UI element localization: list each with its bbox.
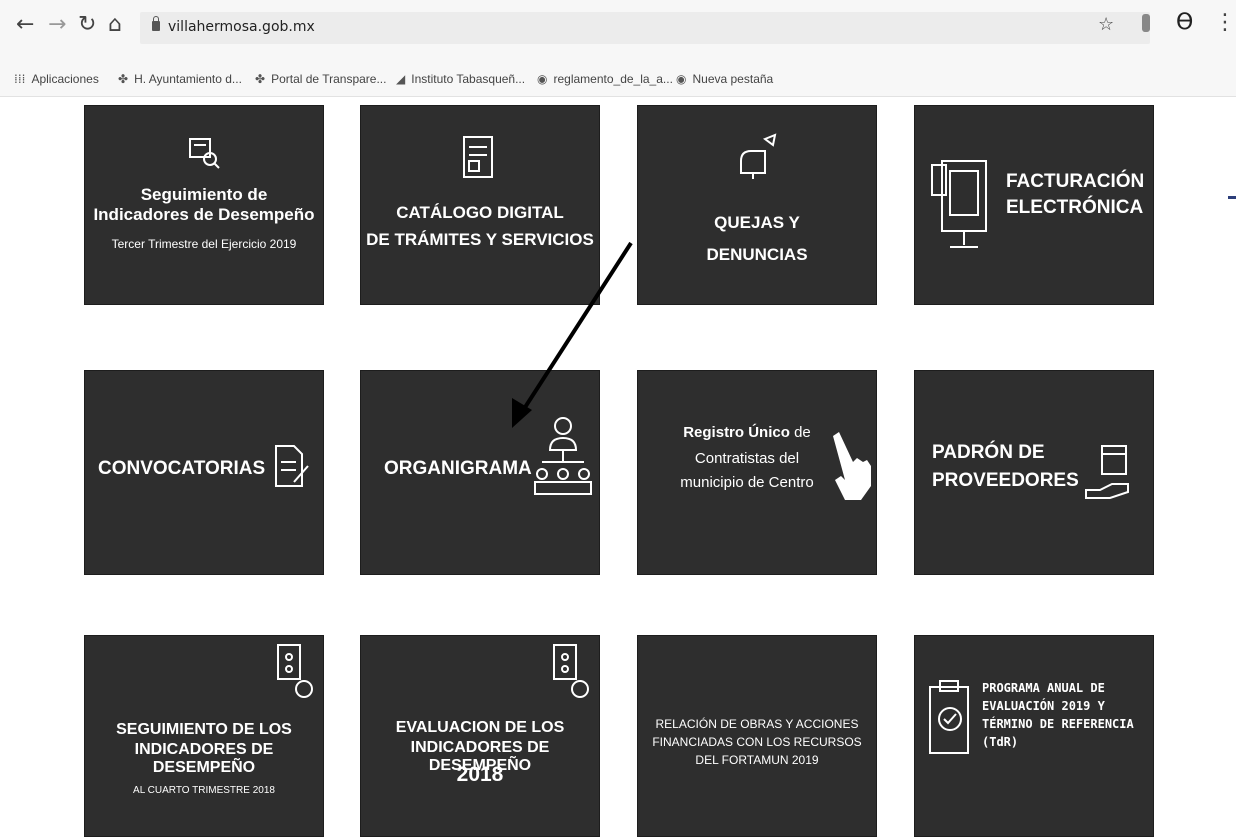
tile-title-line1: QUEJAS Y bbox=[714, 213, 800, 232]
browser-toolbar: ← → ↻ ⌂ villahermosa.gob.mx ☆ ϴ ⋮ bbox=[0, 0, 1236, 62]
tile-title: ORGANIGRAMA bbox=[384, 458, 532, 479]
pointing-hand-icon bbox=[833, 432, 871, 500]
bookmark-apps[interactable]: ⁞⁞⁞ Aplicaciones bbox=[14, 72, 99, 86]
tile-registro-unico-contratistas[interactable]: Registro Único de Contratistas del munic… bbox=[637, 370, 877, 575]
tile-title-line2: DENUNCIAS bbox=[706, 245, 808, 264]
reload-icon[interactable]: ↻ bbox=[78, 14, 96, 36]
lock-icon bbox=[152, 16, 160, 31]
globe-icon: ◉ bbox=[676, 72, 687, 86]
clipboard-check-icon bbox=[929, 680, 969, 754]
extension-icon[interactable] bbox=[1142, 14, 1150, 32]
tile-title-line1: PROGRAMA ANUAL DE bbox=[982, 681, 1105, 695]
globe-icon: ◉ bbox=[537, 72, 548, 86]
site-icon: ◢ bbox=[396, 72, 406, 86]
home-icon[interactable]: ⌂ bbox=[108, 14, 122, 36]
tile-title-line3: DEL FORTAMUN 2019 bbox=[695, 753, 819, 767]
site-icon: ✤ bbox=[255, 72, 266, 86]
address-bar[interactable]: villahermosa.gob.mx bbox=[140, 12, 1150, 44]
tile-subtitle: Tercer Trimestre del Ejercicio 2019 bbox=[111, 237, 297, 251]
tile-relacion-obras-fortamun[interactable]: RELACIÓN DE OBRAS Y ACCIONES FINANCIADAS… bbox=[637, 635, 877, 837]
tile-title-line2: Indicadores de Desempeño bbox=[93, 205, 315, 224]
tile-seguimiento-indicadores-2019[interactable]: Seguimiento de Indicadores de Desempeño … bbox=[84, 105, 324, 305]
address-url[interactable]: villahermosa.gob.mx bbox=[168, 19, 315, 35]
bookmark-item[interactable]: ✤ H. Ayuntamiento d... bbox=[118, 72, 242, 86]
org-chart-icon bbox=[534, 417, 592, 495]
page-edge-mark bbox=[1228, 196, 1236, 199]
tile-title-line1: CATÁLOGO DIGITAL bbox=[396, 203, 564, 222]
tile-title-line4: (TdR) bbox=[982, 735, 1019, 749]
bookmark-item[interactable]: ✤ Portal de Transpare... bbox=[255, 72, 386, 86]
apps-grid-icon: ⁞⁞⁞ bbox=[14, 72, 26, 86]
tile-subtitle: AL CUARTO TRIMESTRE 2018 bbox=[133, 785, 275, 796]
tile-title-line2: INDICADORES DE DESEMPEÑO bbox=[134, 741, 274, 776]
computer-devices-icon bbox=[931, 160, 987, 248]
document-search-icon bbox=[189, 138, 220, 169]
clipboard-gear-icon bbox=[553, 644, 589, 698]
hand-box-icon bbox=[1085, 445, 1129, 499]
tile-title-line2: ELECTRÓNICA bbox=[1006, 197, 1144, 218]
profile-icon[interactable]: ϴ bbox=[1176, 10, 1193, 35]
back-icon[interactable]: ← bbox=[16, 14, 34, 36]
tile-convocatorias[interactable]: CONVOCATORIAS bbox=[84, 370, 324, 575]
tile-catalogo-digital[interactable]: CATÁLOGO DIGITAL DE TRÁMITES Y SERVICIOS bbox=[360, 105, 600, 305]
tile-evaluacion-indicadores-2018[interactable]: EVALUACION DE LOS INDICADORES DE DESEMPE… bbox=[360, 635, 600, 837]
document-form-icon bbox=[463, 136, 493, 178]
tile-title-line1: Seguimiento de bbox=[140, 185, 268, 204]
tile-title-line1: RELACIÓN DE OBRAS Y ACCIONES bbox=[655, 717, 859, 731]
tile-organigrama[interactable]: ORGANIGRAMA bbox=[360, 370, 600, 575]
clipboard-gear-icon bbox=[277, 644, 313, 698]
tile-title-line2: FINANCIADAS CON LOS RECURSOS bbox=[652, 735, 862, 749]
bookmark-item[interactable]: ◉ Nueva pestaña bbox=[676, 72, 773, 86]
bookmark-item[interactable]: ◢ Instituto Tabasqueñ... bbox=[396, 72, 525, 86]
tile-title-line3: TÉRMINO DE REFERENCIA bbox=[982, 717, 1134, 731]
mailbox-icon bbox=[740, 133, 777, 179]
bookmark-star-icon[interactable]: ☆ bbox=[1098, 14, 1114, 35]
tile-title: CONVOCATORIAS bbox=[98, 458, 266, 479]
tile-quejas-denuncias[interactable]: QUEJAS Y DENUNCIAS bbox=[637, 105, 877, 305]
tile-title-line2: EVALUACIÓN 2019 Y bbox=[982, 699, 1105, 713]
menu-icon[interactable]: ⋮ bbox=[1214, 10, 1236, 35]
tile-padron-proveedores[interactable]: PADRÓN DE PROVEEDORES bbox=[914, 370, 1154, 575]
tile-facturacion-electronica[interactable]: FACTURACIÓN ELECTRÓNICA bbox=[914, 105, 1154, 305]
document-pen-icon bbox=[275, 445, 309, 487]
bookmarks-bar: ⁞⁞⁞ Aplicaciones ✤ H. Ayuntamiento d... ✤ P… bbox=[0, 62, 1236, 97]
tile-title-line1: EVALUACION DE LOS bbox=[395, 719, 565, 736]
site-icon: ✤ bbox=[118, 72, 129, 86]
tile-title-line3: municipio de Centro bbox=[680, 474, 814, 491]
tile-title-line1: FACTURACIÓN bbox=[1006, 171, 1145, 192]
tile-seguimiento-indicadores-2018[interactable]: SEGUIMIENTO DE LOS INDICADORES DE DESEMP… bbox=[84, 635, 324, 837]
tile-title-line2: DE TRÁMITES Y SERVICIOS bbox=[366, 230, 594, 249]
tile-title-line3: 2018 bbox=[456, 763, 504, 786]
bookmark-item[interactable]: ◉ reglamento_de_la_a... bbox=[537, 72, 673, 86]
tile-title-line2: PROVEEDORES bbox=[932, 470, 1079, 491]
tile-title-line2: Contratistas del bbox=[694, 450, 800, 467]
tile-programa-anual-evaluacion[interactable]: PROGRAMA ANUAL DE EVALUACIÓN 2019 Y TÉRM… bbox=[914, 635, 1154, 837]
tile-title-line1: SEGUIMIENTO DE LOS bbox=[116, 721, 292, 738]
tile-title-line1: Registro Único de bbox=[683, 424, 811, 441]
tile-title-line1: PADRÓN DE bbox=[932, 442, 1045, 463]
forward-icon[interactable]: → bbox=[48, 14, 66, 36]
